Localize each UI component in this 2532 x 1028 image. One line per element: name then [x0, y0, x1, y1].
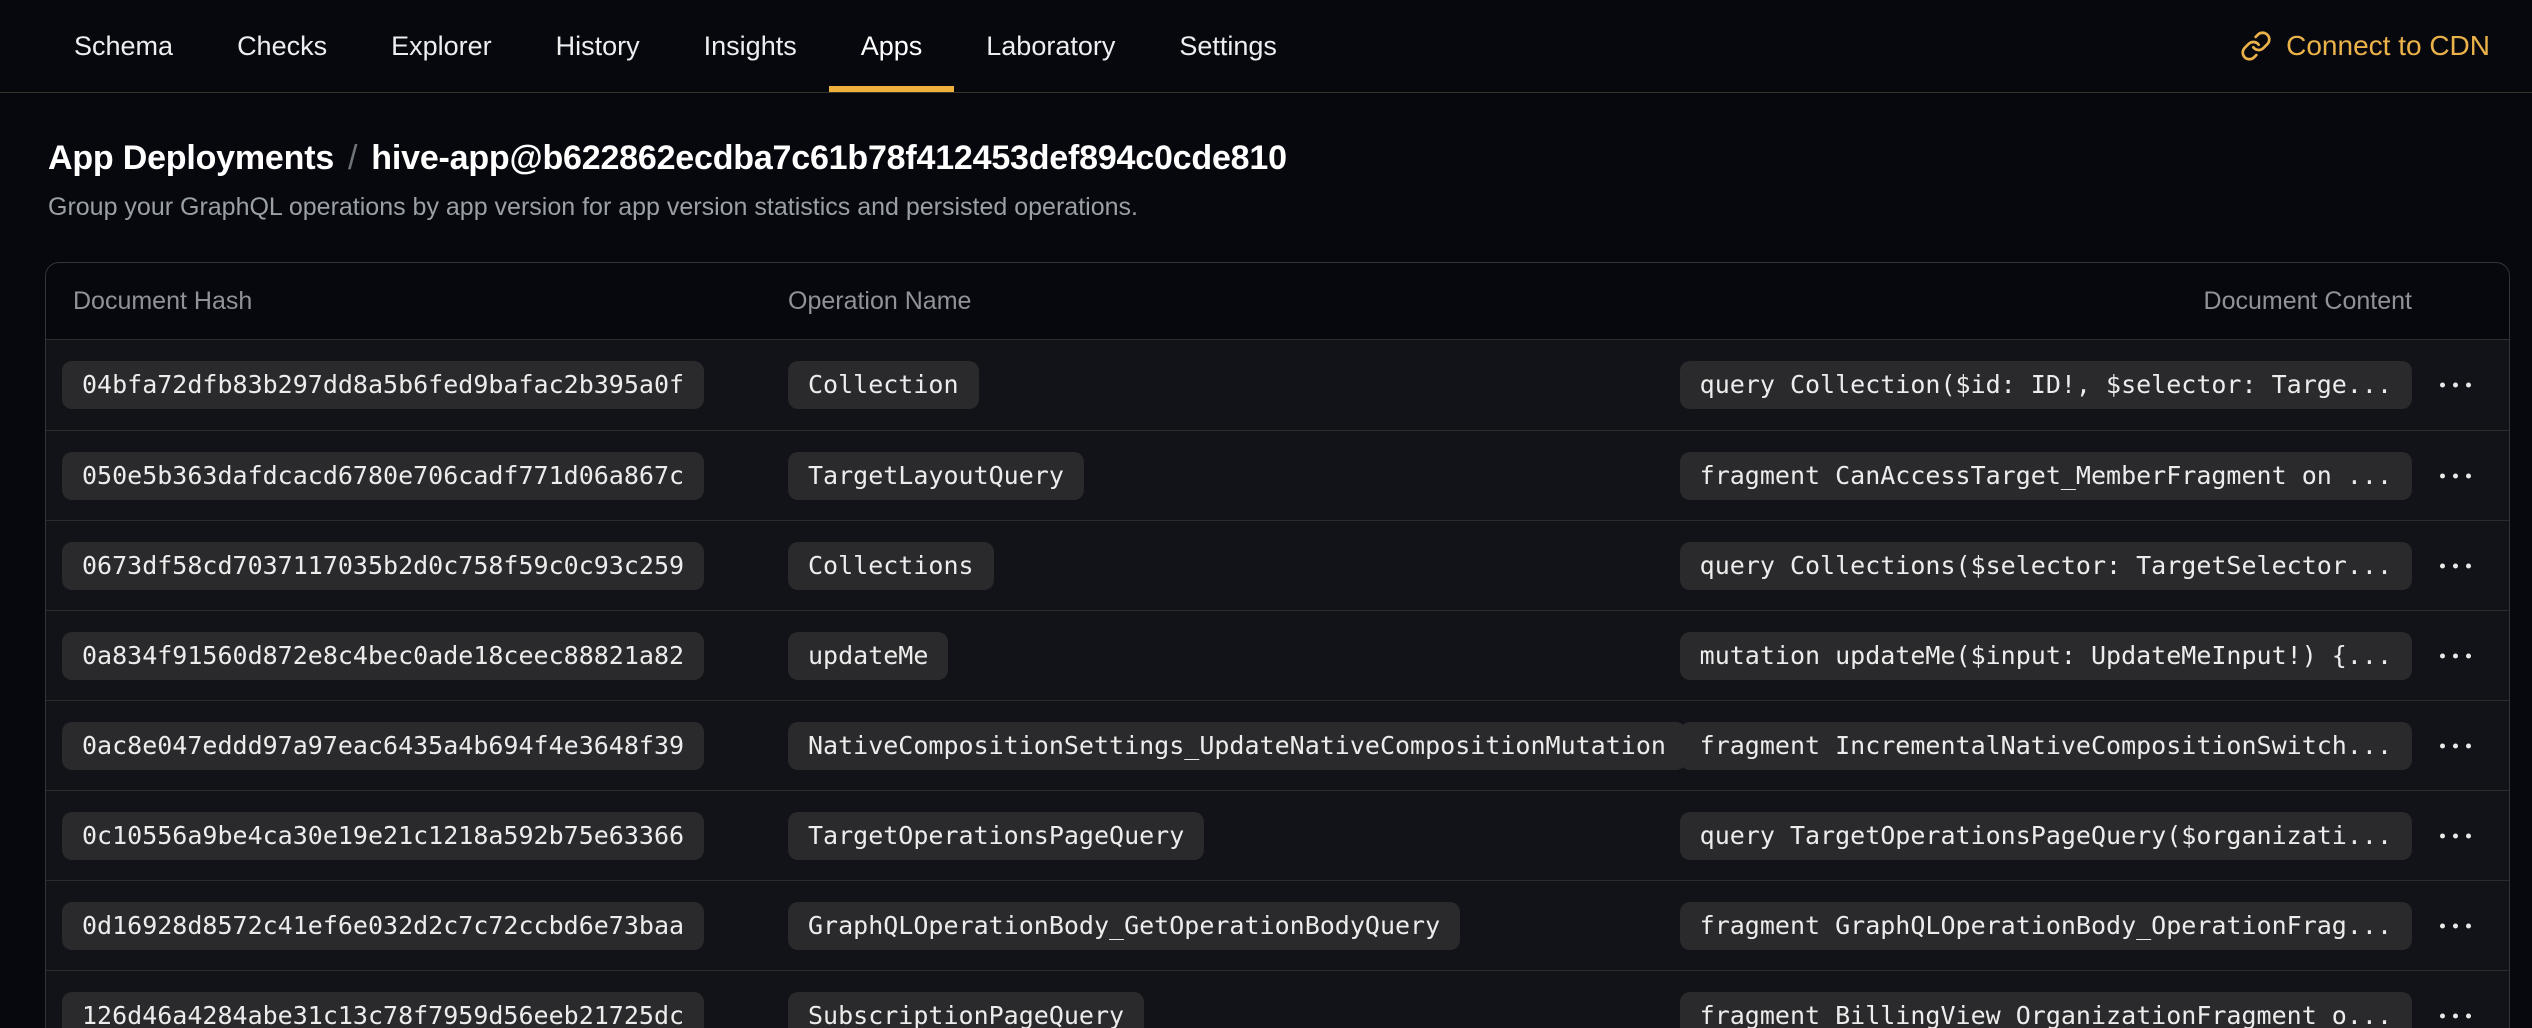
more-options-button[interactable] — [2432, 645, 2479, 666]
nav-tab-settings[interactable]: Settings — [1147, 0, 1309, 92]
document-content-preview: fragment GraphQLOperationBody_OperationF… — [1680, 902, 2412, 950]
nav-tab-explorer[interactable]: Explorer — [359, 0, 524, 92]
nav-tab-checks[interactable]: Checks — [205, 0, 359, 92]
horizontal-ellipsis-icon — [2440, 1013, 2445, 1018]
nav-tab-schema[interactable]: Schema — [42, 0, 205, 92]
more-options-button[interactable] — [2432, 555, 2479, 576]
operation-name-value: TargetLayoutQuery — [788, 452, 1084, 500]
document-hash-value[interactable]: 0ac8e047eddd97a97eac6435a4b694f4e3648f39 — [62, 722, 704, 770]
breadcrumb-separator: / — [348, 139, 357, 178]
nav-tab-apps[interactable]: Apps — [829, 0, 955, 92]
document-hash-value[interactable]: 126d46a4284abe31c13c78f7959d56eeb21725dc — [62, 992, 704, 1028]
table-row: 0ac8e047eddd97a97eac6435a4b694f4e3648f39… — [46, 700, 2509, 790]
column-header-document-content: Document Content — [2204, 287, 2412, 316]
operation-name-value: Collection — [788, 361, 979, 409]
document-content-preview: mutation updateMe($input: UpdateMeInput!… — [1680, 632, 2412, 680]
horizontal-ellipsis-icon — [2440, 563, 2445, 568]
horizontal-ellipsis-icon — [2453, 653, 2458, 658]
table-row: 0a834f91560d872e8c4bec0ade18ceec88821a82… — [46, 610, 2509, 700]
document-hash-value[interactable]: 04bfa72dfb83b297dd8a5b6fed9bafac2b395a0f — [62, 361, 704, 409]
table-row: 0c10556a9be4ca30e19e21c1218a592b75e63366… — [46, 790, 2509, 880]
horizontal-ellipsis-icon — [2466, 833, 2471, 838]
table-row: 0d16928d8572c41ef6e032d2c7c72ccbd6e73baa… — [46, 880, 2509, 970]
horizontal-ellipsis-icon — [2440, 743, 2445, 748]
link-icon — [2240, 30, 2272, 62]
horizontal-ellipsis-icon — [2453, 923, 2458, 928]
document-content-preview: query TargetOperationsPageQuery($organiz… — [1680, 812, 2412, 860]
document-hash-value[interactable]: 0673df58cd7037117035b2d0c758f59c0c93c259 — [62, 542, 704, 590]
deployments-table: Document Hash Operation Name Document Co… — [45, 262, 2510, 1028]
horizontal-ellipsis-icon — [2440, 383, 2445, 388]
more-options-button[interactable] — [2432, 915, 2479, 936]
connect-to-cdn-button[interactable]: Connect to CDN — [2240, 0, 2490, 92]
page-subtitle: Group your GraphQL operations by app ver… — [48, 193, 2510, 222]
horizontal-ellipsis-icon — [2453, 833, 2458, 838]
more-options-button[interactable] — [2432, 1005, 2479, 1026]
horizontal-ellipsis-icon — [2466, 1013, 2471, 1018]
horizontal-ellipsis-icon — [2453, 1013, 2458, 1018]
horizontal-ellipsis-icon — [2466, 383, 2471, 388]
horizontal-ellipsis-icon — [2466, 473, 2471, 478]
horizontal-ellipsis-icon — [2440, 473, 2445, 478]
horizontal-ellipsis-icon — [2453, 743, 2458, 748]
document-hash-value[interactable]: 050e5b363dafdcacd6780e706cadf771d06a867c — [62, 452, 704, 500]
column-header-operation-name: Operation Name — [788, 287, 971, 316]
document-content-preview: fragment BillingView_OrganizationFragmen… — [1680, 992, 2412, 1028]
horizontal-ellipsis-icon — [2440, 653, 2445, 658]
breadcrumb-section[interactable]: App Deployments — [48, 139, 334, 178]
operation-name-value: NativeCompositionSettings_UpdateNativeCo… — [788, 722, 1686, 770]
document-content-preview: fragment CanAccessTarget_MemberFragment … — [1680, 452, 2412, 500]
column-header-document-hash: Document Hash — [46, 287, 252, 316]
more-options-button[interactable] — [2432, 735, 2479, 756]
nav-tabs: SchemaChecksExplorerHistoryInsightsAppsL… — [42, 0, 1309, 92]
document-content-preview: query Collections($selector: TargetSelec… — [1680, 542, 2412, 590]
horizontal-ellipsis-icon — [2440, 833, 2445, 838]
horizontal-ellipsis-icon — [2453, 563, 2458, 568]
document-hash-value[interactable]: 0c10556a9be4ca30e19e21c1218a592b75e63366 — [62, 812, 704, 860]
main-content: App Deployments / hive-app@b622862ecdba7… — [0, 139, 2532, 1028]
nav-tab-laboratory[interactable]: Laboratory — [954, 0, 1147, 92]
horizontal-ellipsis-icon — [2466, 923, 2471, 928]
table-body: 04bfa72dfb83b297dd8a5b6fed9bafac2b395a0f… — [46, 339, 2509, 1028]
horizontal-ellipsis-icon — [2466, 563, 2471, 568]
more-options-button[interactable] — [2432, 375, 2479, 396]
operation-name-value: updateMe — [788, 632, 948, 680]
top-nav: SchemaChecksExplorerHistoryInsightsAppsL… — [0, 0, 2532, 93]
document-content-preview: fragment IncrementalNativeCompositionSwi… — [1680, 722, 2412, 770]
table-row: 126d46a4284abe31c13c78f7959d56eeb21725dc… — [46, 970, 2509, 1028]
document-hash-value[interactable]: 0a834f91560d872e8c4bec0ade18ceec88821a82 — [62, 632, 704, 680]
horizontal-ellipsis-icon — [2453, 383, 2458, 388]
horizontal-ellipsis-icon — [2440, 923, 2445, 928]
table-header-row: Document Hash Operation Name Document Co… — [46, 263, 2509, 339]
table-row: 050e5b363dafdcacd6780e706cadf771d06a867c… — [46, 430, 2509, 520]
table-row: 0673df58cd7037117035b2d0c758f59c0c93c259… — [46, 520, 2509, 610]
document-content-preview: query Collection($id: ID!, $selector: Ta… — [1680, 361, 2412, 409]
nav-tab-history[interactable]: History — [524, 0, 672, 92]
horizontal-ellipsis-icon — [2466, 653, 2471, 658]
operation-name-value: TargetOperationsPageQuery — [788, 812, 1204, 860]
more-options-button[interactable] — [2432, 825, 2479, 846]
horizontal-ellipsis-icon — [2453, 473, 2458, 478]
app-root: SchemaChecksExplorerHistoryInsightsAppsL… — [0, 0, 2532, 1028]
operation-name-value: Collections — [788, 542, 994, 590]
operation-name-value: SubscriptionPageQuery — [788, 992, 1144, 1028]
document-hash-value[interactable]: 0d16928d8572c41ef6e032d2c7c72ccbd6e73baa — [62, 902, 704, 950]
nav-tab-insights[interactable]: Insights — [672, 0, 829, 92]
horizontal-ellipsis-icon — [2466, 743, 2471, 748]
table-row: 04bfa72dfb83b297dd8a5b6fed9bafac2b395a0f… — [46, 340, 2509, 430]
breadcrumb: App Deployments / hive-app@b622862ecdba7… — [48, 139, 2510, 178]
operation-name-value: GraphQLOperationBody_GetOperationBodyQue… — [788, 902, 1460, 950]
connect-to-cdn-label: Connect to CDN — [2286, 30, 2490, 62]
breadcrumb-current-app: hive-app@b622862ecdba7c61b78f412453def89… — [371, 139, 1287, 178]
more-options-button[interactable] — [2432, 465, 2479, 486]
